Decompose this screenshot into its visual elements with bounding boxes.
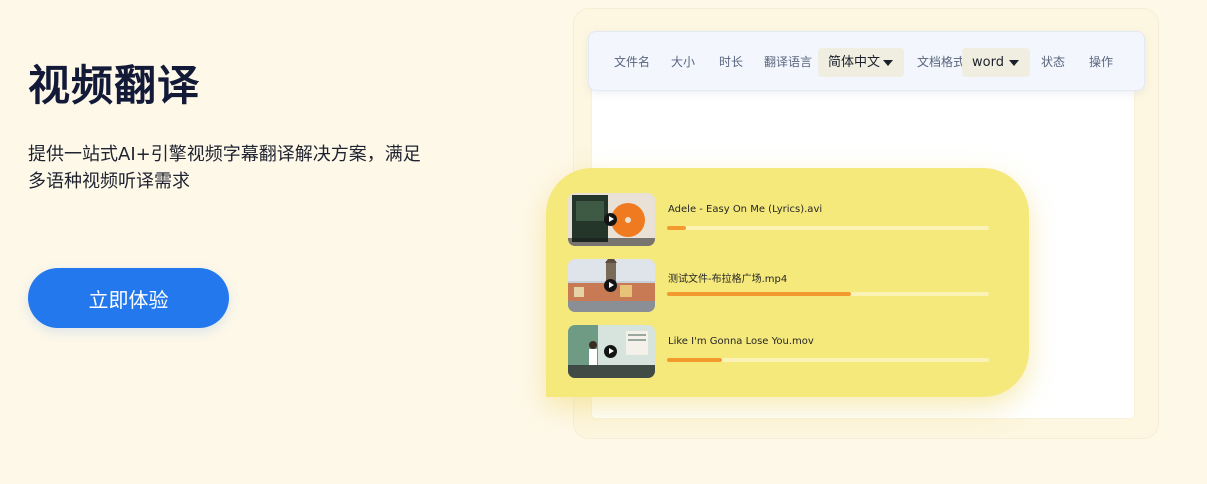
file-item[interactable]: Adele - Easy On Me (Lyrics).avi [568,193,1018,247]
progress-fill [667,292,851,296]
header-duration: 时长 [719,55,744,69]
video-thumbnail[interactable] [568,193,655,246]
progress-fill [667,358,722,362]
play-icon[interactable] [604,345,617,358]
caret-down-icon [1009,60,1019,66]
file-name: 测试文件-布拉格广场.mp4 [668,274,788,285]
header-actions: 操作 [1089,55,1114,69]
header-doc-format: 文档格式 [917,55,966,69]
caret-down-icon [883,60,893,66]
video-thumbnail[interactable] [568,325,655,378]
play-icon[interactable] [604,279,617,292]
try-now-button[interactable]: 立即体验 [28,268,229,328]
page-description: 提供一站式AI+引擎视频字幕翻译解决方案，满足多语种视频听译需求 [28,144,421,192]
page-title: 视频翻译 [28,61,201,110]
header-status: 状态 [1041,55,1066,69]
table-header-toolbar: 文件名 大小 时长 翻译语言 简体中文 文档格式 word 状态 操作 [588,31,1145,91]
language-select-value: 简体中文 [828,55,881,70]
format-select-value: word [972,55,1004,70]
progress-bar [667,358,989,362]
format-select[interactable]: word [962,48,1030,77]
progress-bar [667,292,989,296]
header-filename: 文件名 [614,55,651,69]
file-name: Adele - Easy On Me (Lyrics).avi [668,204,823,215]
progress-fill [667,226,687,230]
progress-bar [667,226,989,230]
file-item[interactable]: Like I'm Gonna Lose You.mov [568,325,1018,379]
play-icon[interactable] [604,213,617,226]
header-target-language: 翻译语言 [764,55,813,69]
video-thumbnail[interactable] [568,259,655,312]
file-item[interactable]: 测试文件-布拉格广场.mp4 [568,259,1018,313]
file-name: Like I'm Gonna Lose You.mov [668,336,814,347]
header-size: 大小 [671,55,696,69]
language-select[interactable]: 简体中文 [818,48,904,77]
video-file-panel: Adele - Easy On Me (Lyrics).avi 测试文件-布拉格… [546,168,1029,397]
